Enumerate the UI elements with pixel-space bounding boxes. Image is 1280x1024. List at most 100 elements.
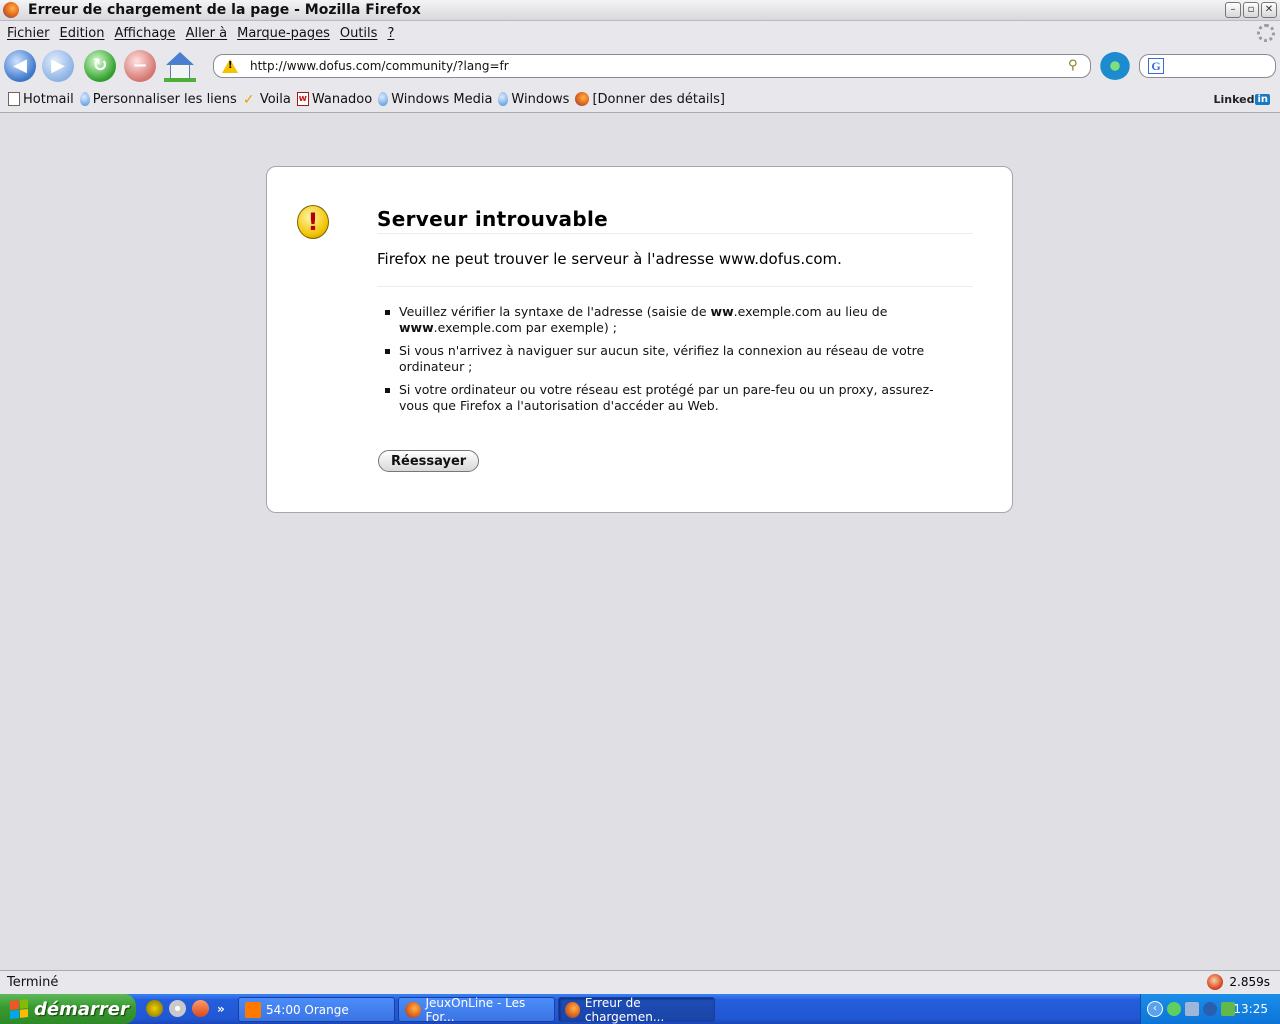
stop-button[interactable]: − bbox=[124, 49, 156, 82]
back-arrow-icon: ◀ bbox=[13, 55, 27, 76]
throbber-icon bbox=[1257, 24, 1275, 42]
bookmark-windows[interactable]: Windows bbox=[498, 92, 569, 107]
pin-icon bbox=[498, 92, 509, 106]
menu-bar: Fichier Edition Affichage Aller à Marque… bbox=[0, 21, 1280, 45]
voila-icon: ✓ bbox=[242, 92, 255, 108]
search-input[interactable]: G bbox=[1139, 54, 1276, 78]
firefox-icon[interactable] bbox=[3, 2, 19, 18]
bookmark-label: Personnaliser les liens bbox=[92, 91, 237, 107]
cd-icon[interactable] bbox=[169, 1000, 186, 1017]
maximize-button[interactable]: ▫ bbox=[1243, 2, 1259, 18]
bookmark-label: [Donner des détails] bbox=[592, 91, 725, 107]
menu-marque-pages[interactable]: Marque-pages bbox=[232, 26, 335, 41]
taskbar: démarrer » 54:00 Orange JeuxOnLine - Les… bbox=[0, 994, 1280, 1024]
windows-flag-icon bbox=[10, 999, 28, 1019]
forward-button[interactable]: ▶ bbox=[42, 49, 74, 82]
error-page-container: Serveur introuvable Firefox ne peut trou… bbox=[266, 166, 1013, 513]
suggestion-bold: www bbox=[399, 320, 434, 335]
menu-outils[interactable]: Outils bbox=[335, 26, 383, 41]
reload-icon: ↻ bbox=[92, 55, 108, 76]
page-content: Serveur introuvable Firefox ne peut trou… bbox=[0, 114, 1280, 970]
navigation-toolbar: ◀ ▶ ↻ − http://www.dofus.com/community/?… bbox=[0, 45, 1280, 86]
error-short-desc: Firefox ne peut trouver le serveur à l'a… bbox=[377, 250, 973, 287]
mail-icon[interactable] bbox=[192, 1000, 209, 1017]
status-right: 2.859s bbox=[1207, 974, 1270, 990]
close-button[interactable]: ✕ bbox=[1261, 2, 1277, 18]
go-button[interactable] bbox=[1100, 52, 1130, 80]
error-long-desc: Veuillez vérifier la syntaxe de l'adress… bbox=[377, 304, 937, 421]
back-button[interactable]: ◀ bbox=[4, 49, 36, 82]
pin-icon bbox=[378, 92, 389, 106]
forward-arrow-icon: ▶ bbox=[51, 55, 65, 76]
bookmark-windows-media[interactable]: Windows Media bbox=[378, 92, 492, 107]
pin-icon bbox=[79, 92, 90, 106]
bookmark-label: Wanadoo bbox=[311, 91, 373, 107]
address-bar[interactable]: http://www.dofus.com/community/?lang=fr … bbox=[213, 54, 1091, 78]
home-button[interactable] bbox=[164, 50, 196, 82]
minimize-button[interactable]: – bbox=[1225, 2, 1241, 18]
start-button[interactable]: démarrer bbox=[0, 994, 136, 1024]
menu-affichage[interactable]: Affichage bbox=[109, 26, 180, 41]
menu-edition[interactable]: Edition bbox=[55, 26, 110, 41]
task-label: JeuxOnLine - Les For... bbox=[425, 995, 526, 1024]
retry-button[interactable]: Réessayer bbox=[378, 450, 480, 472]
error-suggestion: Si vous n'arrivez à naviguer sur aucun s… bbox=[377, 343, 937, 375]
flag-yellow bbox=[19, 1008, 28, 1018]
google-icon[interactable]: G bbox=[1148, 58, 1164, 74]
taskbar-item-orange[interactable]: 54:00 Orange bbox=[238, 997, 395, 1022]
firefox-icon bbox=[405, 1001, 421, 1018]
bookmark-hotmail[interactable]: Hotmail bbox=[8, 92, 74, 107]
linkedin-text: Linked bbox=[1213, 93, 1255, 106]
menu-fichier[interactable]: Fichier bbox=[2, 26, 55, 41]
wanadoo-icon: w bbox=[296, 92, 309, 106]
flag-green bbox=[19, 999, 28, 1009]
firefox-icon bbox=[565, 1001, 580, 1018]
clock: 13:25 bbox=[1233, 1002, 1268, 1016]
bookmark-wanadoo[interactable]: w Wanadoo bbox=[296, 91, 373, 107]
bookmark-voila[interactable]: ✓ Voila bbox=[242, 91, 291, 109]
home-icon-wall bbox=[170, 63, 190, 79]
bookmark-donner-des-details[interactable]: [Donner des détails] bbox=[575, 92, 725, 107]
linkedin-button[interactable]: Linked in bbox=[1213, 93, 1270, 106]
start-label: démarrer bbox=[34, 998, 129, 1020]
home-icon-grass bbox=[164, 77, 196, 82]
title-bar: Erreur de chargement de la page - Mozill… bbox=[0, 0, 1280, 21]
bookmark-label: Hotmail bbox=[23, 91, 74, 107]
stop-icon: − bbox=[132, 55, 148, 76]
status-bar: Terminé 2.859s bbox=[0, 970, 1280, 994]
more-chevron-icon[interactable]: » bbox=[217, 1002, 225, 1016]
status-text: Terminé bbox=[7, 975, 59, 990]
window-title: Erreur de chargement de la page - Mozill… bbox=[28, 2, 421, 18]
page-icon bbox=[8, 92, 20, 106]
fox-icon[interactable] bbox=[1207, 974, 1224, 990]
suggestion-text: Veuillez vérifier la syntaxe de l'adress… bbox=[399, 304, 711, 319]
reload-button[interactable]: ↻ bbox=[84, 49, 116, 82]
suggestion-text: .exemple.com au lieu de bbox=[733, 304, 888, 319]
warning-icon bbox=[222, 59, 238, 73]
bookmark-personnaliser-les-liens[interactable]: Personnaliser les liens bbox=[79, 91, 237, 107]
security-icon[interactable] bbox=[1203, 1002, 1217, 1016]
orange-icon bbox=[245, 1001, 261, 1018]
url-dropdown-icon[interactable]: ⚲ bbox=[1068, 58, 1084, 74]
msn-icon[interactable] bbox=[146, 1000, 163, 1017]
flag-red bbox=[10, 1000, 19, 1010]
bookmarks-toolbar: Hotmail Personnaliser les liens ✓ Voila … bbox=[0, 86, 1280, 113]
network-icon[interactable] bbox=[1185, 1002, 1199, 1016]
messenger-icon[interactable] bbox=[1167, 1002, 1181, 1016]
error-title: Serveur introuvable bbox=[377, 207, 973, 234]
quick-launch: » bbox=[146, 1000, 225, 1017]
menu-aller-a[interactable]: Aller à bbox=[181, 26, 233, 41]
bookmark-label: Voila bbox=[259, 91, 291, 107]
bookmark-label: Windows Media bbox=[391, 91, 493, 107]
suggestion-text: .exemple.com par exemple) ; bbox=[433, 320, 617, 335]
tray-expand-icon[interactable]: ‹ bbox=[1147, 1001, 1163, 1017]
menu-help[interactable]: ? bbox=[382, 26, 399, 41]
bookmark-label: Windows bbox=[511, 91, 570, 107]
taskbar-item-jeuxonline[interactable]: JeuxOnLine - Les For... bbox=[398, 995, 555, 1024]
alert-icon bbox=[297, 205, 329, 239]
url-input[interactable]: http://www.dofus.com/community/?lang=fr bbox=[250, 59, 509, 73]
error-suggestion: Veuillez vérifier la syntaxe de l'adress… bbox=[377, 304, 937, 336]
error-suggestion: Si votre ordinateur ou votre réseau est … bbox=[377, 382, 937, 414]
taskbar-item-erreur[interactable]: Erreur de chargemen... bbox=[558, 995, 715, 1024]
task-label: Erreur de chargemen... bbox=[584, 995, 665, 1024]
